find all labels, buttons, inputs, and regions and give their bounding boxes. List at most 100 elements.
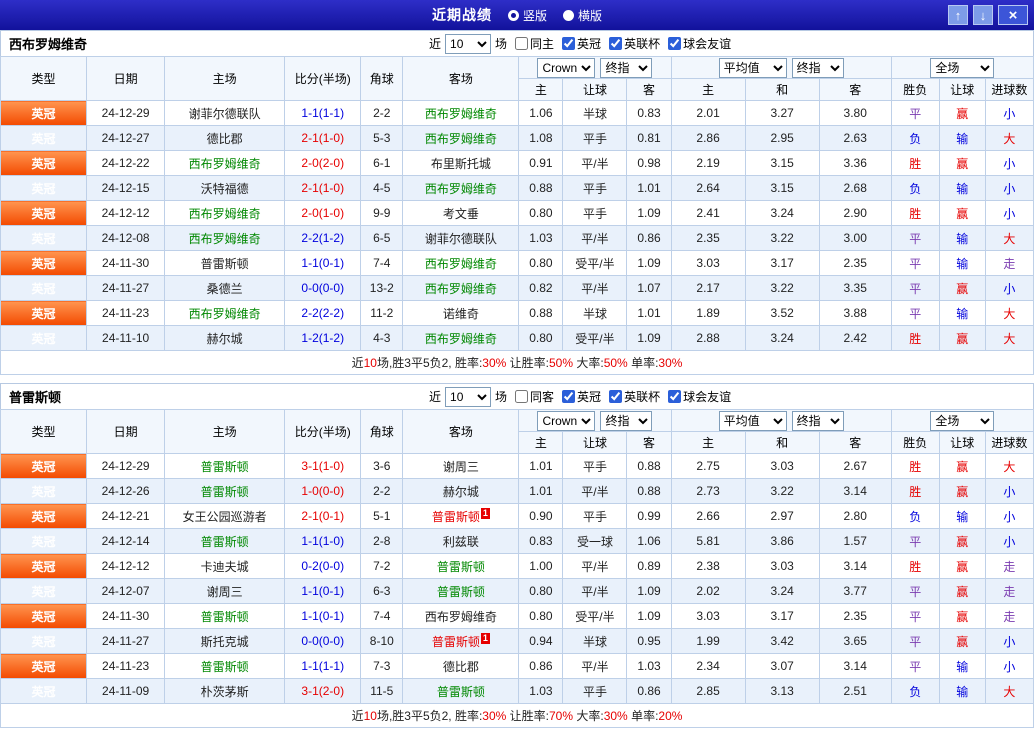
filter-controls: 近 10 场 同主 英冠 英联杯 球会友谊	[429, 33, 731, 54]
league-type-cell: 英冠	[0, 175, 88, 201]
team-name-link[interactable]: 女王公园巡游者	[183, 510, 267, 524]
filter-checkbox-同主[interactable]: 同主	[511, 35, 554, 52]
team-name-link[interactable]: 卡迪夫城	[201, 560, 249, 574]
team-name-link[interactable]: 普雷斯顿	[432, 510, 480, 524]
handicap-result-cell: 赢	[938, 150, 986, 176]
team-name-link[interactable]: 西布罗姆维奇	[189, 157, 261, 171]
team-name-link[interactable]: 朴茨茅斯	[201, 685, 249, 699]
team-name-link[interactable]: 普雷斯顿	[437, 685, 485, 699]
team-name-link[interactable]: 普雷斯顿	[201, 257, 249, 271]
team-name-link[interactable]: 德比郡	[207, 132, 243, 146]
avg-home-odds-cell: 2.75	[670, 453, 746, 479]
avg-stage-select[interactable]: 终指	[791, 410, 844, 431]
date-cell: 24-12-12	[86, 200, 166, 226]
team-section: 西布罗姆维奇近 10 场同主 英冠 英联杯 球会友谊 类型 日期 主场 比分(半场) 角球 客场 Cro…	[0, 30, 1034, 375]
team-name-link[interactable]: 西布罗姆维奇	[425, 182, 497, 196]
team-name-link[interactable]: 诺维奇	[443, 307, 479, 321]
match-row: 英冠 24-12-22 西布罗姆维奇 2-0(2-0) 6-1 布里斯托城 0.91 平/半 0…	[0, 150, 1034, 176]
odds-stage-select[interactable]: 终指	[600, 410, 653, 431]
goals-result-cell: 小	[984, 628, 1034, 654]
checkbox-input[interactable]	[668, 37, 682, 50]
team-name-link[interactable]: 布里斯托城	[431, 157, 491, 171]
team-name-link[interactable]: 斯托克城	[201, 635, 249, 649]
goals-result-cell: 小	[984, 200, 1034, 226]
checkbox-input[interactable]	[668, 390, 682, 403]
team-name-link[interactable]: 赫尔城	[207, 332, 243, 346]
team-name-link[interactable]: 普雷斯顿	[201, 460, 249, 474]
goals-result-cell: 大	[984, 325, 1034, 351]
team-name-link[interactable]: 西布罗姆维奇	[425, 332, 497, 346]
match-count-select[interactable]: 10	[445, 386, 492, 407]
league-type-cell: 英冠	[0, 275, 88, 301]
checkbox-label: 球会友谊	[683, 390, 732, 404]
summary-segment: 让胜率:	[506, 709, 549, 723]
filter-checkbox-球会友谊[interactable]: 球会友谊	[664, 388, 731, 405]
result-text: 大	[1003, 231, 1016, 246]
summary-segment: 近	[351, 709, 364, 723]
date-cell: 24-11-30	[86, 603, 166, 629]
bookmaker-select[interactable]: Crown	[537, 57, 596, 78]
team-name-link[interactable]: 沃特福德	[201, 182, 249, 196]
scope-select[interactable]: 全场	[930, 410, 995, 431]
filter-checkbox-同客[interactable]: 同客	[511, 388, 554, 405]
subcolumn-header-和: 和	[744, 431, 820, 454]
asia-home-odds-cell: 1.03	[518, 225, 564, 251]
team-name-link[interactable]: 普雷斯顿	[432, 635, 480, 649]
goals-result-cell: 小	[984, 653, 1034, 679]
avg-source-select[interactable]: 平均值	[718, 57, 787, 78]
team-name-link[interactable]: 西布罗姆维奇	[425, 282, 497, 296]
outcome-cell: 胜	[890, 150, 940, 176]
filter-checkbox-英冠[interactable]: 英冠	[558, 35, 601, 52]
team-name-link[interactable]: 西布罗姆维奇	[425, 257, 497, 271]
matches-table: 类型 日期 主场 比分(半场) 角球 客场 Crown 终指 平均值 终指 全场主让球客主和客胜负让…	[0, 56, 1034, 375]
team-name-link[interactable]: 考文垂	[443, 207, 479, 221]
team-name-link[interactable]: 普雷斯顿	[201, 610, 249, 624]
asia-home-odds-cell: 1.01	[518, 453, 564, 479]
match-count-select[interactable]: 10	[445, 33, 492, 54]
team-name-link[interactable]: 谢周三	[207, 585, 243, 599]
team-name-link[interactable]: 普雷斯顿	[201, 535, 249, 549]
team-name-link[interactable]: 西布罗姆维奇	[425, 107, 497, 121]
team-name-link[interactable]: 利兹联	[443, 535, 479, 549]
checkbox-input[interactable]	[562, 37, 576, 50]
team-name-link[interactable]: 西布罗姆维奇	[189, 207, 261, 221]
result-text: 平	[909, 609, 922, 624]
team-name-link[interactable]: 普雷斯顿	[437, 560, 485, 574]
bookmaker-select[interactable]: Crown	[537, 410, 596, 431]
close-icon[interactable]: ×	[998, 5, 1028, 25]
filter-checkbox-球会友谊[interactable]: 球会友谊	[664, 35, 731, 52]
column-header-角球: 角球	[360, 409, 404, 454]
team-name-link[interactable]: 西布罗姆维奇	[189, 307, 261, 321]
team-name-link[interactable]: 普雷斯顿	[201, 485, 249, 499]
team-name-link[interactable]: 西布罗姆维奇	[425, 610, 497, 624]
team-name-link[interactable]: 谢周三	[443, 460, 479, 474]
team-name-link[interactable]: 谢菲尔德联队	[425, 232, 497, 246]
team-name-link[interactable]: 普雷斯顿	[201, 660, 249, 674]
team-name-link[interactable]: 德比郡	[443, 660, 479, 674]
checkbox-input[interactable]	[515, 390, 529, 403]
checkbox-input[interactable]	[562, 390, 576, 403]
checkbox-label: 同主	[530, 37, 555, 51]
filter-checkbox-英冠[interactable]: 英冠	[558, 388, 601, 405]
team-name-link[interactable]: 赫尔城	[443, 485, 479, 499]
avg-stage-select[interactable]: 终指	[791, 57, 844, 78]
checkbox-input[interactable]	[609, 37, 623, 50]
filter-checkbox-英联杯[interactable]: 英联杯	[605, 35, 660, 52]
scroll-down-button[interactable]: ↓	[973, 5, 993, 25]
avg-draw-odds-cell: 3.15	[744, 150, 820, 176]
checkbox-input[interactable]	[609, 390, 623, 403]
avg-source-select[interactable]: 平均值	[718, 410, 787, 431]
layout-radio-vertical[interactable]: 竖版	[507, 7, 547, 24]
scroll-up-button[interactable]: ↑	[948, 5, 968, 25]
team-name-link[interactable]: 谢菲尔德联队	[189, 107, 261, 121]
team-name-link[interactable]: 西布罗姆维奇	[425, 132, 497, 146]
team-name-link[interactable]: 普雷斯顿	[437, 585, 485, 599]
team-name-link[interactable]: 西布罗姆维奇	[189, 232, 261, 246]
date-cell: 24-12-07	[86, 578, 166, 604]
filter-checkbox-英联杯[interactable]: 英联杯	[605, 388, 660, 405]
scope-select[interactable]: 全场	[930, 57, 995, 78]
odds-stage-select[interactable]: 终指	[600, 57, 653, 78]
layout-radio-horizontal[interactable]: 横版	[563, 7, 602, 24]
team-name-link[interactable]: 桑德兰	[207, 282, 243, 296]
checkbox-input[interactable]	[515, 37, 529, 50]
